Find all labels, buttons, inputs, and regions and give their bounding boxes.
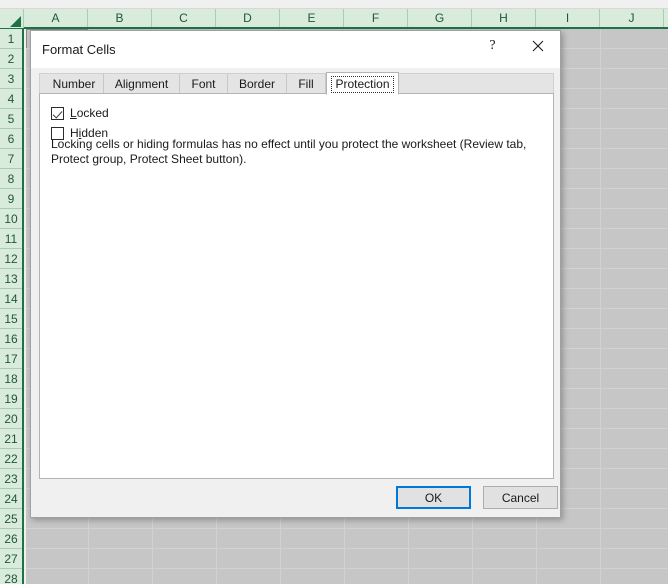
column-header-g[interactable]: G: [408, 9, 472, 27]
column-header-i[interactable]: I: [536, 9, 600, 27]
protection-description-text: Locking cells or hiding formulas has no …: [51, 137, 527, 166]
tab-fill[interactable]: Fill: [287, 74, 326, 94]
tab-label: Border: [238, 77, 276, 91]
row-header-27[interactable]: 27: [0, 549, 22, 569]
row-header-12[interactable]: 12: [0, 249, 22, 269]
row-header-22[interactable]: 22: [0, 449, 22, 469]
row-header-7[interactable]: 7: [0, 149, 22, 169]
row-header-2[interactable]: 2: [0, 49, 22, 69]
row-header-4[interactable]: 4: [0, 89, 22, 109]
close-x-icon[interactable]: [515, 31, 560, 61]
grid-row[interactable]: [26, 529, 668, 549]
row-header-15[interactable]: 15: [0, 309, 22, 329]
row-header-13[interactable]: 13: [0, 269, 22, 289]
row-header-10[interactable]: 10: [0, 209, 22, 229]
column-header-b[interactable]: B: [88, 9, 152, 27]
tab-label: Protection: [331, 76, 394, 93]
tab-number[interactable]: Number: [45, 74, 104, 94]
grid-column-line: [600, 29, 601, 584]
grid-row[interactable]: [26, 569, 668, 584]
row-header-6[interactable]: 6: [0, 129, 22, 149]
tab-label: Alignment: [114, 77, 169, 91]
tab-font[interactable]: Font: [180, 74, 228, 94]
grid-row[interactable]: [26, 549, 668, 569]
window-top-strip: [0, 0, 668, 9]
row-header-5[interactable]: 5: [0, 109, 22, 129]
column-header-e[interactable]: E: [280, 9, 344, 27]
row-header-28[interactable]: 28: [0, 569, 22, 584]
column-header-c[interactable]: C: [152, 9, 216, 27]
row-header-1[interactable]: 1: [0, 29, 22, 49]
column-header-f[interactable]: F: [344, 9, 408, 27]
row-header-8[interactable]: 8: [0, 169, 22, 189]
tab-label: Font: [191, 77, 216, 91]
row-header-18[interactable]: 18: [0, 369, 22, 389]
tab-alignment[interactable]: Alignment: [104, 74, 180, 94]
dialog-tab-strip: Number Alignment Font Border Fill Protection: [39, 72, 554, 95]
format-cells-dialog: Format Cells ? Number Alignment Font Border…: [30, 30, 561, 518]
row-header-26[interactable]: 26: [0, 529, 22, 549]
tab-protection[interactable]: Protection: [326, 72, 399, 95]
dialog-title-bar: Format Cells ?: [31, 31, 560, 68]
column-header-bar: ABCDEFGHIJ: [0, 9, 668, 29]
dialog-title: Format Cells: [42, 42, 116, 57]
row-header-3[interactable]: 3: [0, 69, 22, 89]
select-all-corner-button[interactable]: [0, 9, 24, 28]
help-question-icon[interactable]: ?: [470, 31, 515, 61]
locked-accelerator: L: [70, 106, 77, 120]
cancel-button[interactable]: Cancel: [483, 486, 558, 509]
locked-checkbox[interactable]: [51, 107, 64, 120]
row-header-14[interactable]: 14: [0, 289, 22, 309]
column-header-d[interactable]: D: [216, 9, 280, 27]
row-header-16[interactable]: 16: [0, 329, 22, 349]
row-header-9[interactable]: 9: [0, 189, 22, 209]
row-header-23[interactable]: 23: [0, 469, 22, 489]
row-header-21[interactable]: 21: [0, 429, 22, 449]
column-header-h[interactable]: H: [472, 9, 536, 27]
row-header-19[interactable]: 19: [0, 389, 22, 409]
row-header-25[interactable]: 25: [0, 509, 22, 529]
tab-label: Fill: [298, 77, 314, 91]
tab-label: Number: [52, 77, 96, 91]
ok-button[interactable]: OK: [396, 486, 471, 509]
row-header-11[interactable]: 11: [0, 229, 22, 249]
row-header-bar: 1 2 3 4 5 6 7 8 9 10 11 12 13 14 15 16 17 18 19 20 21 22 23 24 2…: [0, 29, 24, 584]
protection-tab-panel: Locked Hidden Locking cells or hiding fo…: [39, 93, 554, 479]
locked-checkbox-label: Locked: [70, 105, 109, 122]
tab-border[interactable]: Border: [228, 74, 287, 94]
row-header-20[interactable]: 20: [0, 409, 22, 429]
column-header-j[interactable]: J: [600, 9, 664, 27]
column-header-a[interactable]: A: [24, 9, 88, 27]
locked-label-rest: ocked: [76, 106, 109, 120]
help-glyph: ?: [489, 38, 496, 53]
row-header-17[interactable]: 17: [0, 349, 22, 369]
row-header-24[interactable]: 24: [0, 489, 22, 509]
